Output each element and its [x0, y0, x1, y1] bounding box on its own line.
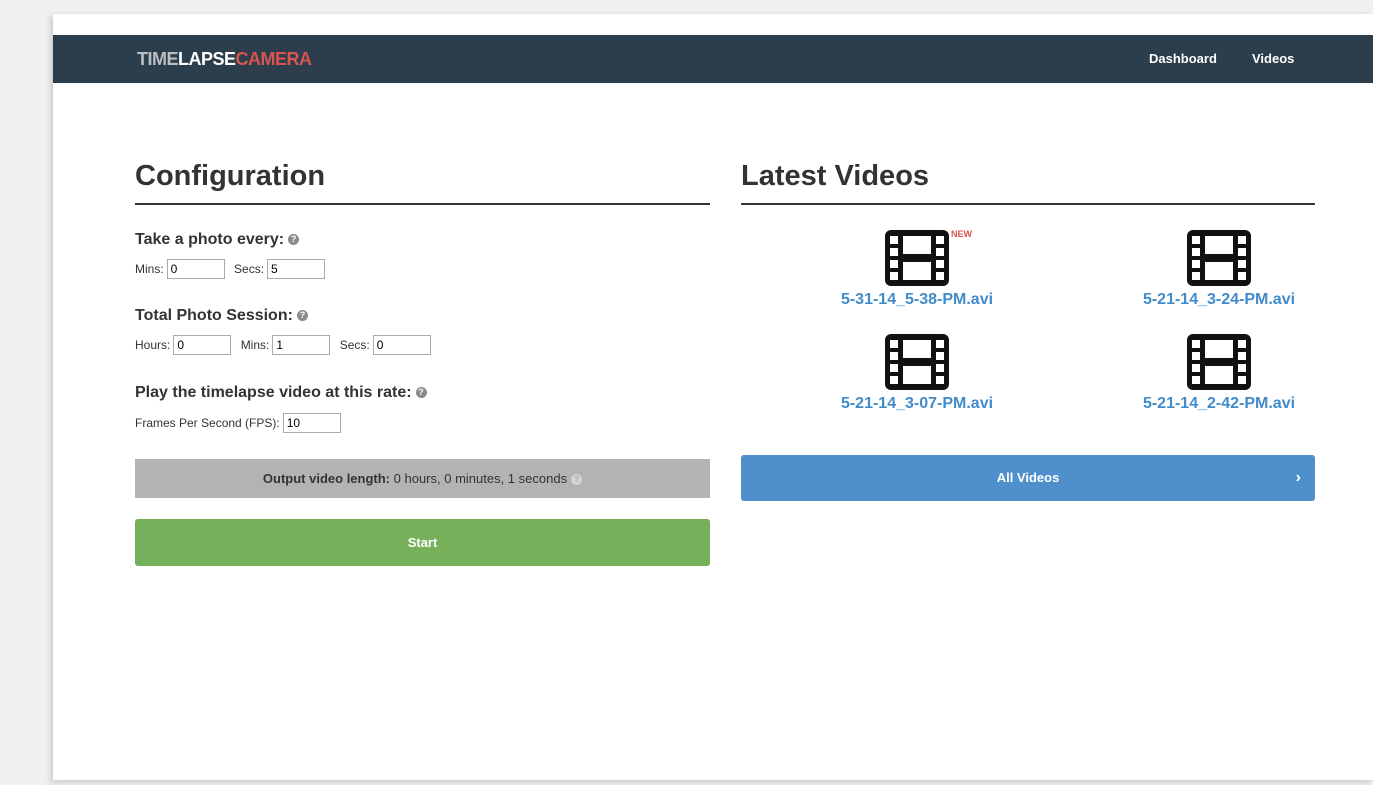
video-link[interactable]: 5-21-14_3-07-PM.avi — [797, 395, 1037, 413]
photo-every-fields: Mins: Secs: — [135, 259, 331, 283]
brand-part-time: TIME — [137, 49, 179, 69]
film-icon — [885, 230, 949, 286]
chevron-right-icon: › — [1295, 469, 1301, 486]
question-circle-icon[interactable]: ? — [296, 310, 308, 322]
video-item[interactable]: 5-21-14_3-07-PM.avi — [797, 332, 1037, 413]
video-item[interactable]: 5-21-14_2-42-PM.avi — [1099, 332, 1339, 413]
nav-link-videos[interactable]: Videos — [1252, 51, 1294, 66]
brand-logo[interactable]: TIMELAPSECAMERA — [137, 49, 312, 70]
session-fields: Hours: Mins: Secs: — [135, 335, 437, 359]
configuration-divider — [135, 203, 710, 205]
latest-videos-divider — [741, 203, 1315, 205]
fps-label: Frames Per Second (FPS): — [135, 416, 280, 430]
film-icon — [1187, 230, 1251, 286]
photo-every-secs-input[interactable] — [267, 259, 326, 279]
session-hours-input[interactable] — [173, 335, 232, 355]
start-button[interactable]: Start — [135, 519, 710, 566]
fps-input[interactable] — [282, 413, 341, 433]
photo-every-heading: Take a photo every:? — [135, 231, 300, 249]
brand-part-camera: CAMERA — [235, 49, 313, 69]
photo-every-mins-input[interactable] — [166, 259, 225, 279]
photo-every-secs-label: Secs: — [234, 262, 265, 276]
video-item[interactable]: 5-21-14_3-24-PM.avi — [1099, 228, 1339, 309]
question-circle-icon[interactable]: ? — [288, 234, 300, 246]
question-circle-icon[interactable]: ? — [415, 387, 427, 399]
film-icon — [885, 334, 949, 390]
session-label: Total Photo Session: — [135, 307, 293, 324]
video-item[interactable]: NEW 5-31-14_5-38-PM.avi — [797, 228, 1037, 309]
configuration-title: Configuration — [135, 160, 326, 192]
output-length-value: 0 hours, 0 minutes, 1 seconds — [393, 471, 568, 486]
brand-part-lapse: LAPSE — [178, 49, 236, 69]
session-mins-label: Mins: — [240, 338, 270, 352]
new-badge: NEW — [951, 229, 972, 239]
rate-fields: Frames Per Second (FPS): — [135, 413, 347, 437]
session-secs-label: Secs: — [339, 338, 370, 352]
question-circle-icon[interactable]: ? — [571, 474, 583, 486]
photo-every-mins-label: Mins: — [135, 262, 164, 276]
all-videos-label: All Videos — [996, 470, 1060, 485]
session-hours-label: Hours: — [135, 338, 171, 352]
session-mins-input[interactable] — [272, 335, 331, 355]
output-length-label: Output video length: — [262, 471, 391, 486]
page: TIMELAPSECAMERA Dashboard Videos Configu… — [53, 14, 1373, 780]
film-icon — [1187, 334, 1251, 390]
video-link[interactable]: 5-21-14_2-42-PM.avi — [1099, 395, 1339, 413]
nav-link-dashboard[interactable]: Dashboard — [1149, 51, 1217, 66]
video-link[interactable]: 5-21-14_3-24-PM.avi — [1099, 291, 1339, 309]
rate-heading: Play the timelapse video at this rate:? — [135, 384, 427, 402]
rate-label: Play the timelapse video at this rate: — [135, 384, 412, 401]
latest-videos-title: Latest Videos — [741, 160, 930, 192]
navbar: TIMELAPSECAMERA Dashboard Videos — [53, 35, 1373, 83]
session-secs-input[interactable] — [372, 335, 431, 355]
session-heading: Total Photo Session:? — [135, 307, 308, 325]
video-link[interactable]: 5-31-14_5-38-PM.avi — [797, 291, 1037, 309]
photo-every-label: Take a photo every: — [135, 231, 285, 248]
output-video-length: Output video length: 0 hours, 0 minutes,… — [135, 459, 710, 498]
all-videos-button[interactable]: All Videos › — [741, 455, 1315, 501]
